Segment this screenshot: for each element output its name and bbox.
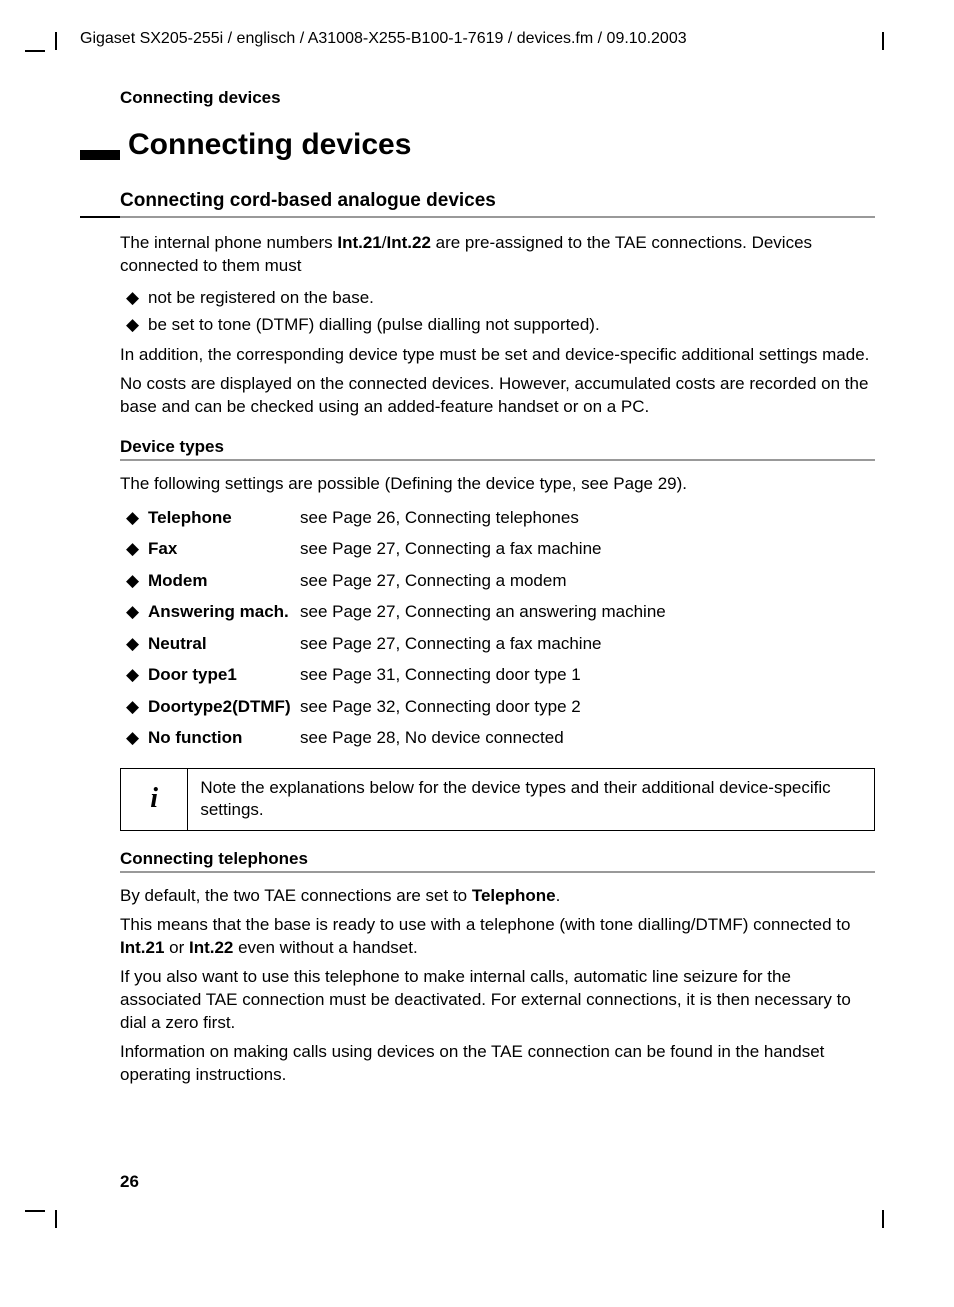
device-type-desc: see Page 32, Connecting door type 2 [300,691,581,722]
int21: Int.21 [337,233,381,252]
intro-paragraph: The internal phone numbers Int.21/Int.22… [120,232,875,278]
device-type-row: ◆Doortype2(DTMF)see Page 32, Connecting … [120,691,875,722]
subheading: Device types [120,437,875,457]
device-type-desc: see Page 27, Connecting an answering mac… [300,596,666,627]
bullet-icon: ◆ [120,284,148,311]
sub-underline [120,871,875,873]
device-type-row: ◆Modemsee Page 27, Connecting a modem [120,565,875,596]
text: . [556,886,561,905]
device-type-row: ◆Door type1see Page 31, Connecting door … [120,659,875,690]
section-title: Connecting cord-based analogue devices [120,190,875,212]
device-type-label: Door type1 [148,659,300,690]
device-type-desc: see Page 27, Connecting a modem [300,565,567,596]
page-number: 26 [120,1172,139,1192]
sub-underline [120,459,875,461]
list-item: ◆ not be registered on the base. [120,284,875,311]
device-type-label: Telephone [148,502,300,533]
paragraph: If you also want to use this telephone t… [120,966,875,1035]
crop-mark [25,1210,45,1212]
bullet-icon: ◆ [120,311,148,338]
header-path: Gigaset SX205-255i / englisch / A31008-X… [80,30,875,48]
device-type-row: ◆Answering mach.see Page 27, Connecting … [120,596,875,627]
title-bar-icon [80,150,120,160]
crop-mark [25,50,45,52]
info-icon: i [121,769,188,831]
device-type-row: ◆Faxsee Page 27, Connecting a fax machin… [120,533,875,564]
bullet-icon: ◆ [120,722,148,753]
list-text: not be registered on the base. [148,284,374,311]
text: This means that the base is ready to use… [120,915,850,934]
chapter-title: Connecting devices [128,128,411,162]
paragraph: The following settings are possible (Def… [120,473,875,496]
bullet-icon: ◆ [120,502,148,533]
page-content: Gigaset SX205-255i / englisch / A31008-X… [80,30,875,1093]
bullet-list: ◆ not be registered on the base. ◆ be se… [120,284,875,338]
note-box: i Note the explanations below for the de… [120,768,875,832]
int22: Int.22 [387,233,431,252]
text: The internal phone numbers [120,233,337,252]
chapter-title-row: Connecting devices [80,128,875,162]
section-underline [120,216,875,218]
list-text: be set to tone (DTMF) dialling (pulse di… [148,311,600,338]
bold-text: Int.22 [189,938,233,957]
crop-mark [882,1210,884,1228]
bullet-icon: ◆ [120,659,148,690]
device-type-label: Answering mach. [148,596,300,627]
crop-mark [55,1210,57,1228]
bullet-icon: ◆ [120,565,148,596]
device-type-desc: see Page 27, Connecting a fax machine [300,533,601,564]
note-text: Note the explanations below for the devi… [188,769,874,831]
bullet-icon: ◆ [120,596,148,627]
paragraph: In addition, the corresponding device ty… [120,344,875,367]
paragraph: This means that the base is ready to use… [120,914,875,960]
text: or [164,938,189,957]
paragraph: Information on making calls using device… [120,1041,875,1087]
device-type-label: Fax [148,533,300,564]
device-type-label: Neutral [148,628,300,659]
device-type-list: ◆Telephonesee Page 26, Connecting teleph… [120,502,875,754]
device-type-row: ◆No functionsee Page 28, No device conne… [120,722,875,753]
device-type-label: No function [148,722,300,753]
subheading: Connecting telephones [120,849,875,869]
text: even without a handset. [233,938,417,957]
bullet-icon: ◆ [120,691,148,722]
device-type-desc: see Page 31, Connecting door type 1 [300,659,581,690]
bold-text: Telephone [472,886,556,905]
paragraph: No costs are displayed on the connected … [120,373,875,419]
text: By default, the two TAE connections are … [120,886,472,905]
device-type-label: Modem [148,565,300,596]
bullet-icon: ◆ [120,533,148,564]
bullet-icon: ◆ [120,628,148,659]
bold-text: Int.21 [120,938,164,957]
device-type-desc: see Page 26, Connecting telephones [300,502,579,533]
device-type-row: ◆Telephonesee Page 26, Connecting teleph… [120,502,875,533]
device-type-desc: see Page 28, No device connected [300,722,564,753]
crop-mark [882,32,884,50]
running-head: Connecting devices [120,88,875,108]
device-type-row: ◆Neutralsee Page 27, Connecting a fax ma… [120,628,875,659]
device-type-label: Doortype2(DTMF) [148,691,300,722]
device-type-desc: see Page 27, Connecting a fax machine [300,628,601,659]
crop-mark [55,32,57,50]
list-item: ◆ be set to tone (DTMF) dialling (pulse … [120,311,875,338]
paragraph: By default, the two TAE connections are … [120,885,875,908]
content-area: Connecting cord-based analogue devices T… [120,190,875,1087]
